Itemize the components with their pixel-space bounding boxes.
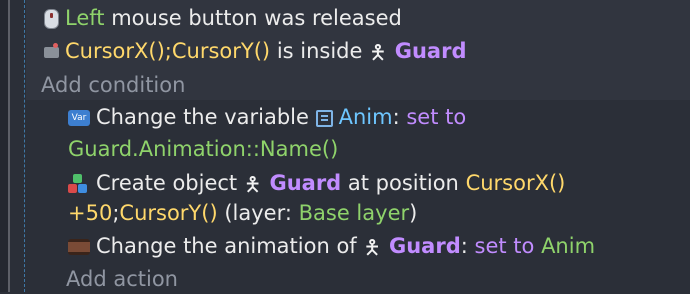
event-dashed-guide [24, 0, 25, 292]
action-create-object-line2: +50;CursorY() (layer: Base layer) [68, 198, 417, 228]
action-text: Change the variable [96, 105, 309, 129]
operator-text: set to [406, 105, 467, 129]
cursor-icon [44, 42, 59, 58]
animation-value: Anim [541, 234, 596, 258]
layer-close: ) [409, 201, 418, 225]
mouse-icon [44, 9, 59, 29]
variable-value-expression: Guard.Animation::Name() [68, 137, 339, 161]
condition-text: is inside [276, 39, 363, 63]
cursor-expression: CursorX();CursorY() [65, 39, 271, 63]
condition-cursor-inside[interactable]: CursorX();CursorY() is inside 🯅 Guard [44, 36, 466, 67]
guard-object-icon: 🯅 [363, 235, 381, 259]
guard-object-icon: 🯅 [243, 172, 262, 196]
object-name: Guard [269, 171, 342, 195]
layer-label: (layer: [224, 201, 292, 225]
add-action-link[interactable]: Add action [66, 264, 178, 294]
condition-mouse-released[interactable]: Left mouse button was released [44, 3, 402, 33]
x-expression: CursorX() [465, 171, 566, 195]
action-text: Change the animation of [96, 234, 357, 258]
position-text: at position [347, 171, 459, 195]
guard-object-icon: 🯅 [369, 40, 387, 64]
event-left-border [8, 0, 10, 292]
create-object-icon [68, 174, 90, 194]
action-change-variable[interactable]: Var Change the variable Anim: set to [68, 102, 466, 132]
variable-name: Anim [338, 105, 393, 129]
variable-icon: Var [68, 110, 90, 126]
operator-text: set to [474, 234, 535, 258]
object-name: Guard [394, 39, 467, 63]
layer-name: Base layer [298, 201, 410, 225]
add-condition-link[interactable]: Add condition [41, 70, 185, 100]
animation-icon [68, 239, 90, 255]
action-text: Create object [96, 171, 238, 195]
condition-text: mouse button was released [111, 6, 402, 30]
x-expression-offset: +50 [68, 201, 113, 225]
scene-variable-icon [315, 109, 333, 127]
object-name: Guard [389, 234, 461, 258]
action-create-object[interactable]: Create object 🯅 Guard at position CursorX… [68, 168, 565, 199]
y-expression: CursorY() [119, 201, 218, 225]
action-change-animation[interactable]: Change the animation of 🯅 Guard: set to A… [68, 231, 595, 262]
colon: : [460, 234, 468, 258]
mouse-button-name: Left [65, 6, 105, 30]
